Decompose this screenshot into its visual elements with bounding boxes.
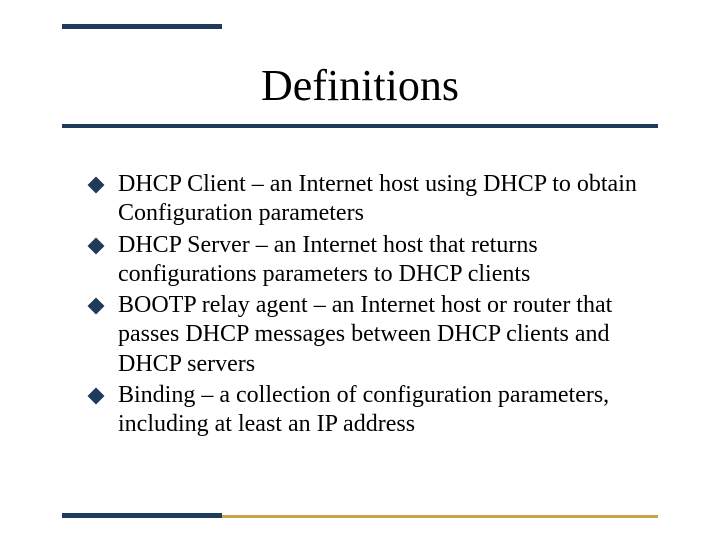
bottom-accent-rule: [62, 513, 222, 518]
slide-body: DHCP Client – an Internet host using DHC…: [90, 170, 660, 441]
top-accent-rule: [62, 24, 222, 29]
list-item: Binding – a collection of configuration …: [90, 381, 660, 440]
list-item: BOOTP relay agent – an Internet host or …: [90, 291, 660, 379]
list-item: DHCP Client – an Internet host using DHC…: [90, 170, 660, 229]
list-item-text: Binding – a collection of configuration …: [118, 382, 609, 437]
diamond-bullet-icon: [88, 237, 105, 254]
slide-title: Definitions: [0, 60, 720, 111]
list-item-text: BOOTP relay agent – an Internet host or …: [118, 292, 612, 377]
slide: Definitions DHCP Client – an Internet ho…: [0, 0, 720, 540]
diamond-bullet-icon: [88, 298, 105, 315]
diamond-bullet-icon: [88, 177, 105, 194]
list-item-text: DHCP Server – an Internet host that retu…: [118, 232, 538, 287]
list-item-text: DHCP Client – an Internet host using DHC…: [118, 171, 637, 226]
diamond-bullet-icon: [88, 387, 105, 404]
title-underline-rule: [62, 124, 658, 128]
list-item: DHCP Server – an Internet host that retu…: [90, 231, 660, 290]
